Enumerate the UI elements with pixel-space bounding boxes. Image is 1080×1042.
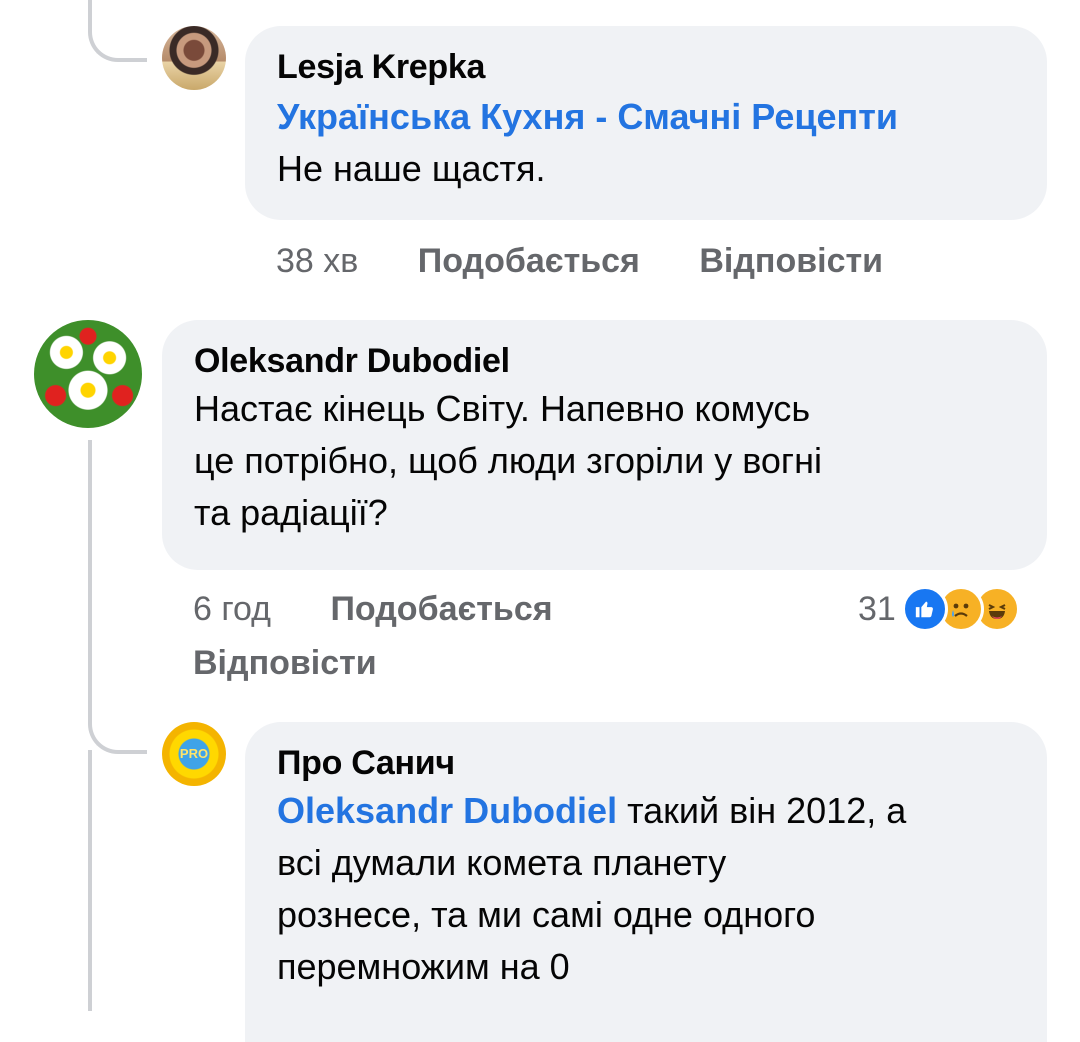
- comment-bubble: Lesja Krepka Українська Кухня - Смачні Р…: [245, 26, 1047, 220]
- reply-button[interactable]: Відповісти: [193, 644, 377, 682]
- comment-text-line: перемножим на 0: [277, 946, 570, 987]
- comment-text-line: всі думали комета планету: [277, 842, 727, 883]
- thread-line-bottom: [88, 750, 92, 1011]
- thread-line-middle: [88, 440, 147, 754]
- comment-meta: 6 год Подобається: [193, 590, 553, 629]
- comment-meta-reply: Відповісти: [193, 644, 377, 683]
- avatar-label: PRO: [179, 746, 209, 761]
- comment-meta: 38 хв Подобається Відповісти: [276, 242, 883, 281]
- mention-link[interactable]: Українська Кухня - Смачні Рецепти: [277, 96, 898, 137]
- comment-text-line: Настає кінець Світу. Напевно комусь: [194, 388, 811, 429]
- avatar[interactable]: PRO: [162, 722, 226, 786]
- mention-link[interactable]: Oleksandr Dubodiel: [277, 790, 617, 831]
- comment-text-line: це потрібно, щоб люди згоріли у вогні: [194, 440, 822, 481]
- comment-text-line: та радіації?: [194, 492, 388, 533]
- like-button[interactable]: Подобається: [418, 242, 640, 280]
- avatar[interactable]: [162, 26, 226, 90]
- like-button[interactable]: Подобається: [330, 590, 552, 628]
- comment-author[interactable]: Про Санич: [277, 744, 1047, 783]
- comment-author[interactable]: Lesja Krepka: [277, 48, 1047, 87]
- reaction-summary[interactable]: 31: [858, 586, 1020, 632]
- comment-text-line: рознесе, та ми самі одне одного: [277, 894, 816, 935]
- comment-text: такий він 2012, а: [617, 790, 907, 831]
- reaction-count: 31: [858, 589, 896, 628]
- thread-line-top: [88, 0, 147, 62]
- avatar[interactable]: [34, 320, 142, 428]
- reply-button[interactable]: Відповісти: [699, 242, 883, 280]
- comment-bubble: Про Санич Oleksandr Dubodiel такий він 2…: [245, 722, 1047, 1042]
- comment-bubble: Oleksandr Dubodiel Настає кінець Світу. …: [162, 320, 1047, 570]
- comment-time[interactable]: 38 хв: [276, 242, 358, 280]
- like-icon: [901, 586, 948, 632]
- comment-time[interactable]: 6 год: [193, 590, 271, 628]
- comment-author[interactable]: Oleksandr Dubodiel: [194, 342, 1047, 381]
- comment-text: Не наше щастя.: [277, 148, 546, 189]
